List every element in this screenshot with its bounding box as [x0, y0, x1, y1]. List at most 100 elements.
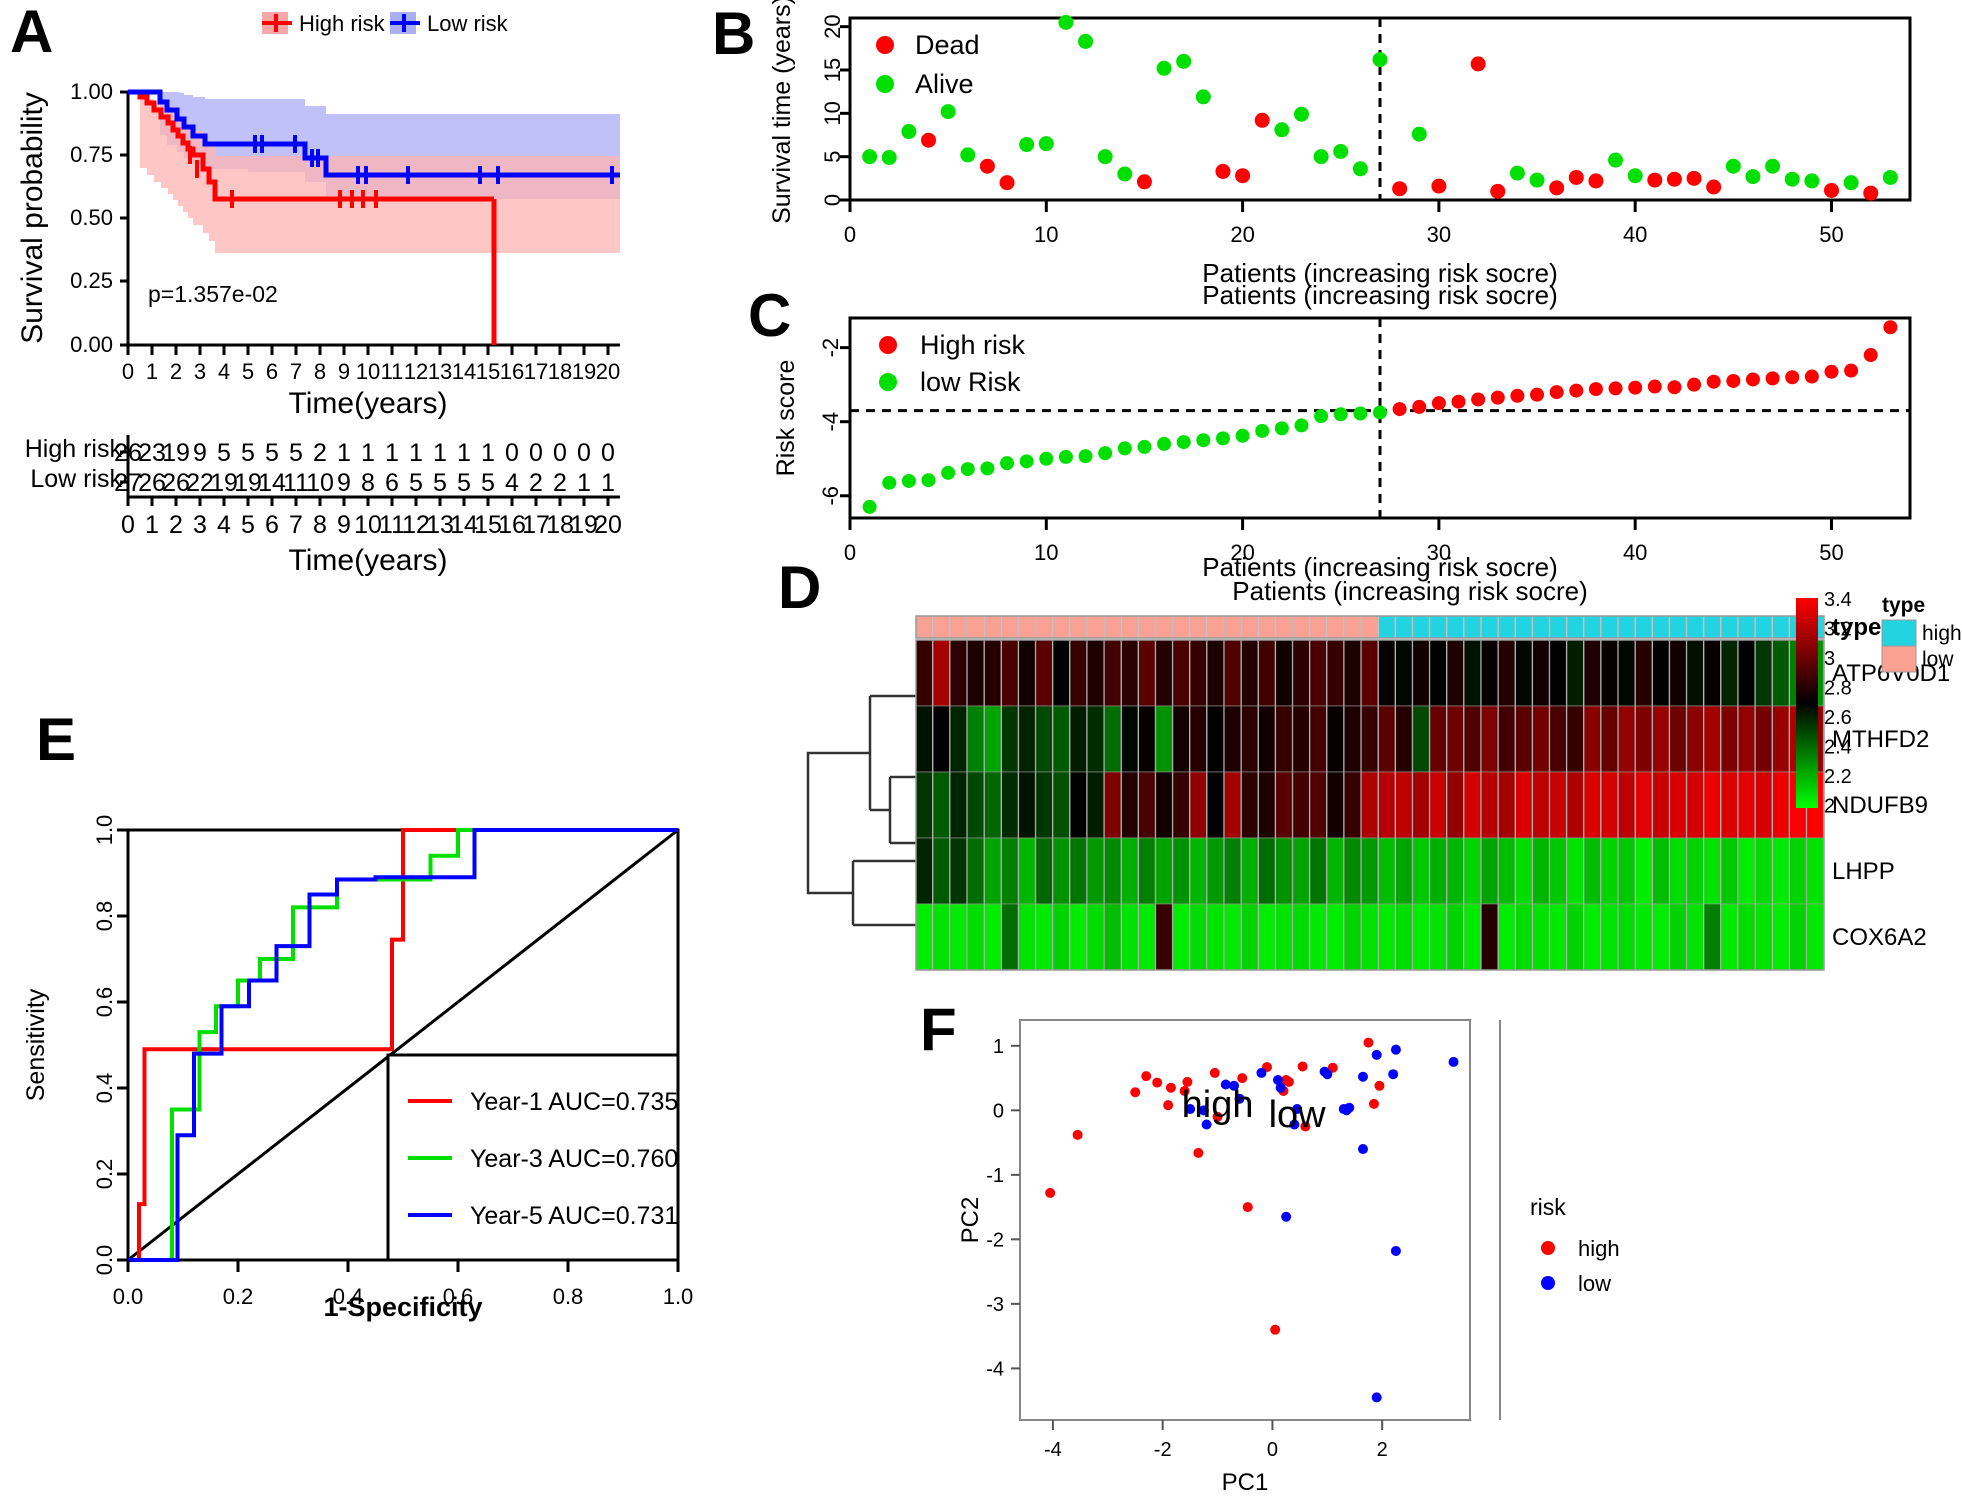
heatmap-cell — [1138, 837, 1156, 905]
heatmap-cell — [1292, 771, 1310, 839]
panel-b-x-tick-label: 30 — [1427, 222, 1451, 247]
x-tick-4: 4 — [218, 359, 230, 384]
colorbar-tick-label: 2.4 — [1824, 737, 1852, 759]
heatmap-cell — [1241, 771, 1259, 839]
heatmap-cell — [1104, 771, 1122, 839]
risk-count-high: 1 — [481, 439, 495, 467]
heatmap-type-cell-high — [1618, 615, 1636, 639]
heatmap-cell — [1361, 705, 1379, 773]
legend-label-low-risk: Low risk — [427, 11, 509, 36]
heatmap-cell — [1618, 837, 1636, 905]
panel-c-point — [1510, 388, 1525, 403]
heatmap-cell — [1583, 903, 1601, 971]
panel-b-point-dead — [979, 158, 995, 174]
heatmap-type-cell-low — [1035, 615, 1053, 639]
heatmap-cell — [1309, 639, 1327, 707]
panel-c-point — [1157, 436, 1172, 451]
legend-label-alive: Alive — [915, 69, 974, 99]
heatmap-cell — [1395, 903, 1413, 971]
heatmap-type-cell-low — [1001, 615, 1019, 639]
heatmap-cell — [932, 771, 950, 839]
heatmap-cell — [1138, 903, 1156, 971]
panel-b-point-alive — [1529, 172, 1545, 188]
heatmap-cell — [1224, 639, 1242, 707]
heatmap-cell — [1309, 705, 1327, 773]
heatmap-cell — [1669, 771, 1687, 839]
heatmap-cell — [1018, 639, 1036, 707]
heatmap-gene-label: COX6A2 — [1832, 924, 1927, 951]
risk-table-x-tick-label: 9 — [337, 511, 351, 539]
panel-c-point — [1471, 392, 1486, 407]
risk-count-low: 6 — [385, 469, 399, 497]
heatmap-cell — [1686, 705, 1704, 773]
panel-a-y-ticks: 0.00 0.25 0.50 0.75 1.00 — [70, 79, 128, 357]
panel-c-point — [1588, 382, 1603, 397]
panel-c-point — [1608, 381, 1623, 396]
panel-f-y-tick-label: -3 — [986, 1294, 1004, 1316]
heatmap-cell — [1583, 705, 1601, 773]
risk-count-low: 10 — [306, 469, 334, 497]
panel-b-y-ticks: 0 5 10 15 20 — [820, 14, 850, 206]
heatmap-cell — [1532, 771, 1550, 839]
panel-c-point — [1412, 399, 1427, 414]
heatmap-cell — [1018, 705, 1036, 773]
heatmap-cell — [1258, 903, 1276, 971]
heatmap-cell — [1635, 837, 1653, 905]
panel-f-cluster-label: low — [1269, 1094, 1327, 1136]
heatmap-cell — [1720, 837, 1738, 905]
x-tick-14: 14 — [452, 359, 476, 384]
risk-table-counts-high: 262319 9 5 5 5 5 2 1 1 1 1 1 1 1 0 0 0 0 0 — [114, 439, 615, 467]
heatmap-cell — [1241, 837, 1259, 905]
panel-c-point — [1314, 409, 1329, 424]
panel-e-y-tick-label: 1.0 — [92, 815, 117, 846]
panel-c-x-tick-label: 40 — [1623, 540, 1647, 565]
heatmap-cell — [1344, 639, 1361, 707]
heatmap-cell — [1121, 903, 1139, 971]
heatmap-cell — [915, 903, 933, 971]
heatmap-cell — [1292, 903, 1310, 971]
heatmap-cell — [1035, 837, 1053, 905]
heatmap-cell — [1275, 705, 1293, 773]
heatmap-cell — [1121, 771, 1139, 839]
panel-f-point-low — [1322, 1069, 1333, 1080]
heatmap-cells — [915, 639, 1824, 971]
heatmap-cell — [1618, 903, 1636, 971]
heatmap-type-cell-low — [1241, 615, 1259, 639]
panel-c-point — [1196, 433, 1211, 448]
panel-b-point-alive — [1882, 169, 1898, 185]
heatmap-cell — [1566, 705, 1584, 773]
heatmap-cell — [1481, 837, 1498, 905]
panel-e-ylabel: Sensitivity — [22, 988, 50, 1101]
panel-f-y-tick-label: 0 — [993, 1100, 1004, 1122]
panel-c-point — [1687, 377, 1702, 392]
x-tick-7: 7 — [290, 359, 302, 384]
heatmap-cell — [1463, 837, 1481, 905]
panel-c-point — [882, 475, 897, 490]
heatmap-cell — [1292, 837, 1310, 905]
x-tick-11: 11 — [381, 359, 404, 384]
panel-f-point-high — [1045, 1187, 1056, 1198]
panel-b-point-alive — [1078, 33, 1094, 49]
panel-b-point-alive — [1784, 171, 1800, 187]
heatmap-cell — [1772, 771, 1790, 839]
panel-c-point — [1274, 421, 1289, 436]
heatmap-cell — [1618, 771, 1636, 839]
heatmap-cell — [1052, 771, 1070, 839]
panel-c-point — [1117, 441, 1132, 456]
risk-table-x-ticks: 0 1 2 3 4 5 6 7 8 9 1011121314151617181920 — [121, 497, 622, 539]
panel-f-ylabel: PC2 — [957, 1197, 984, 1244]
heatmap-cell — [1755, 639, 1773, 707]
panel-a-svg: High risk Low risk 0.00 0.25 0.50 0.75 1… — [16, 11, 622, 577]
heatmap-cell — [1069, 705, 1087, 773]
heatmap-cell — [1498, 771, 1516, 839]
heatmap-cell — [1772, 639, 1790, 707]
risk-count-high: 2 — [313, 439, 327, 467]
legend-label-year3: Year-3 AUC=0.760 — [470, 1145, 678, 1173]
panel-b-point-dead — [1686, 170, 1702, 186]
heatmap-cell — [1772, 705, 1790, 773]
panel-f-point-high — [1237, 1073, 1248, 1084]
panel-f-point-high — [1193, 1147, 1204, 1158]
risk-table-x-tick-label: 2 — [169, 511, 183, 539]
panel-a-plot: 0.00 0.25 0.50 0.75 1.00 p=1.357e-02 — [70, 79, 620, 357]
panel-c-point — [1569, 383, 1584, 398]
